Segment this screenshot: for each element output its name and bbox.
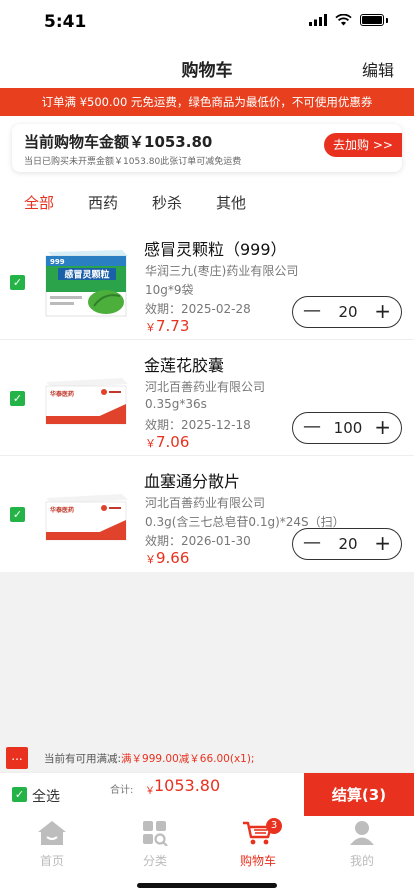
decrease-button[interactable]: — — [303, 300, 321, 321]
item-checkbox[interactable]: ✓ — [10, 507, 25, 522]
decrease-button[interactable]: — — [303, 416, 321, 437]
cart-amount-subtitle: 当日已购买未开票金额￥1053.80此张订单可减免运费 — [24, 157, 242, 167]
status-time: 5:41 — [44, 12, 87, 32]
increase-button[interactable]: + — [374, 531, 391, 555]
product-image: 华泰医药 — [45, 494, 128, 541]
tabbar-cart-label: 购物车 — [239, 854, 276, 868]
product-list: ✓ 感冒灵颗粒 999 感冒灵颗粒（999） 华润三九(枣庄)药业有限公司 10… — [0, 224, 414, 572]
box-brand-label: 华泰医药 — [50, 390, 74, 398]
tabbar-home[interactable]: 首页 — [22, 820, 82, 869]
discount-highlight: 满￥999.00减￥66.00(x1); — [121, 753, 255, 765]
price-value: 7.73 — [156, 317, 190, 335]
price-value: 7.06 — [156, 433, 190, 451]
select-all-checkbox[interactable]: ✓ — [12, 787, 27, 802]
tabbar-cart[interactable]: 3 购物车 — [228, 818, 288, 869]
increase-button[interactable]: + — [374, 299, 391, 323]
decrease-button[interactable]: — — [303, 532, 321, 553]
home-icon — [38, 821, 66, 845]
cart-amount-title: 当前购物车金额￥1053.80 — [24, 133, 213, 151]
quantity-value[interactable]: 20 — [325, 303, 371, 321]
product-spec: 0.35g*36s — [145, 397, 207, 411]
discount-text: 当前有可用满减:满￥999.00减￥66.00(x1); — [44, 751, 254, 766]
total-label: 合计: — [110, 785, 134, 796]
product-expiry: 效期：2026-01-30 — [145, 534, 251, 548]
tab-flash-sale[interactable]: 秒杀 — [152, 192, 182, 213]
wifi-icon — [335, 14, 352, 26]
tabbar-home-label: 首页 — [39, 854, 64, 868]
promo-banner: 订单满 ¥500.00 元免运费，绿色商品为最低价，不可使用优惠券 — [0, 88, 414, 116]
product-name[interactable]: 金莲花胶囊 — [144, 352, 224, 376]
select-all-label[interactable]: 全选 — [32, 786, 60, 806]
tabbar-category[interactable]: 分类 — [125, 820, 185, 869]
increase-button[interactable]: + — [374, 415, 391, 439]
tabbar-profile[interactable]: 我的 — [332, 820, 392, 869]
home-indicator — [137, 883, 277, 888]
discount-prefix: 当前有可用满减: — [44, 753, 122, 765]
product-item: ✓ 感冒灵颗粒 999 感冒灵颗粒（999） 华润三九(枣庄)药业有限公司 10… — [0, 224, 414, 340]
product-name[interactable]: 感冒灵颗粒（999） — [144, 236, 287, 260]
bottom-tab-bar: 首页 分类 3 购物车 我的 — [0, 816, 414, 896]
checkout-button[interactable]: 结算(3) — [304, 773, 414, 817]
item-checkbox[interactable]: ✓ — [10, 275, 25, 290]
user-icon — [350, 821, 374, 845]
page-title: 购物车 — [181, 61, 233, 81]
product-item: ✓ 华泰医药 血塞通分散片 河北百善药业有限公司 0.3g(含三七总皂苷0.1g… — [0, 456, 414, 572]
nav-bar: 购物车 编辑 — [0, 46, 414, 88]
quantity-value[interactable]: 100 — [325, 419, 371, 437]
tabbar-category-label: 分类 — [142, 854, 167, 868]
product-manufacturer: 河北百善药业有限公司 — [145, 380, 266, 394]
cart-badge: 3 — [266, 818, 282, 834]
quantity-stepper: — 20 + — [292, 528, 402, 560]
product-item: ✓ 华泰医药 金莲花胶囊 河北百善药业有限公司 0.35g*36s 效期：202… — [0, 340, 414, 456]
quantity-stepper: — 100 + — [292, 412, 402, 444]
signal-icon — [309, 14, 327, 26]
tab-other[interactable]: 其他 — [216, 192, 246, 213]
battery-tip — [386, 17, 388, 23]
product-manufacturer: 河北百善药业有限公司 — [145, 496, 266, 510]
box-brand-999: 999 — [50, 258, 65, 266]
product-expiry: 效期：2025-02-28 — [145, 302, 251, 316]
category-icon — [143, 821, 168, 847]
checkout-bar: ✓ 全选 合计: ￥ 1053.80 结算(3) — [0, 772, 414, 817]
tabbar-profile-label: 我的 — [349, 854, 374, 868]
add-more-button[interactable]: 去加购 >> — [324, 133, 402, 157]
status-bar: 5:41 — [0, 0, 414, 46]
status-icons — [309, 14, 388, 26]
summary-section: 当前购物车金额￥1053.80 当日已购买未开票金额￥1053.80此张订单可减… — [0, 116, 414, 178]
product-price: ￥9.66 — [145, 548, 189, 567]
price-symbol: ￥ — [145, 437, 156, 450]
price-symbol: ￥ — [145, 321, 156, 334]
box-product-name: 感冒灵颗粒 — [64, 269, 109, 281]
box-brand-label: 华泰医药 — [50, 506, 74, 514]
battery-icon — [360, 14, 384, 26]
product-expiry: 效期：2025-12-18 — [145, 418, 251, 432]
product-price: ￥7.73 — [145, 316, 189, 335]
product-name[interactable]: 血塞通分散片 — [144, 468, 240, 492]
price-symbol: ￥ — [145, 553, 156, 566]
category-tabs: 全部 西药 秒杀 其他 — [0, 178, 414, 224]
tab-all[interactable]: 全部 — [24, 192, 54, 213]
edit-button[interactable]: 编辑 — [362, 57, 394, 81]
product-image: 华泰医药 — [45, 378, 128, 425]
tab-western-medicine[interactable]: 西药 — [88, 192, 118, 213]
discount-bar: ... 当前有可用满减:满￥999.00减￥66.00(x1); — [0, 744, 414, 772]
item-checkbox[interactable]: ✓ — [10, 391, 25, 406]
product-manufacturer: 华润三九(枣庄)药业有限公司 — [145, 264, 299, 278]
product-spec: 10g*9袋 — [145, 283, 194, 297]
price-value: 9.66 — [156, 549, 190, 567]
product-image: 感冒灵颗粒 999 — [45, 250, 128, 317]
summary-card: 当前购物车金额￥1053.80 当日已购买未开票金额￥1053.80此张订单可减… — [12, 124, 402, 172]
total-amount: 1053.80 — [154, 776, 221, 795]
quantity-stepper: — 20 + — [292, 296, 402, 328]
discount-more-button[interactable]: ... — [6, 747, 28, 769]
quantity-value[interactable]: 20 — [325, 535, 371, 553]
product-price: ￥7.06 — [145, 432, 189, 451]
